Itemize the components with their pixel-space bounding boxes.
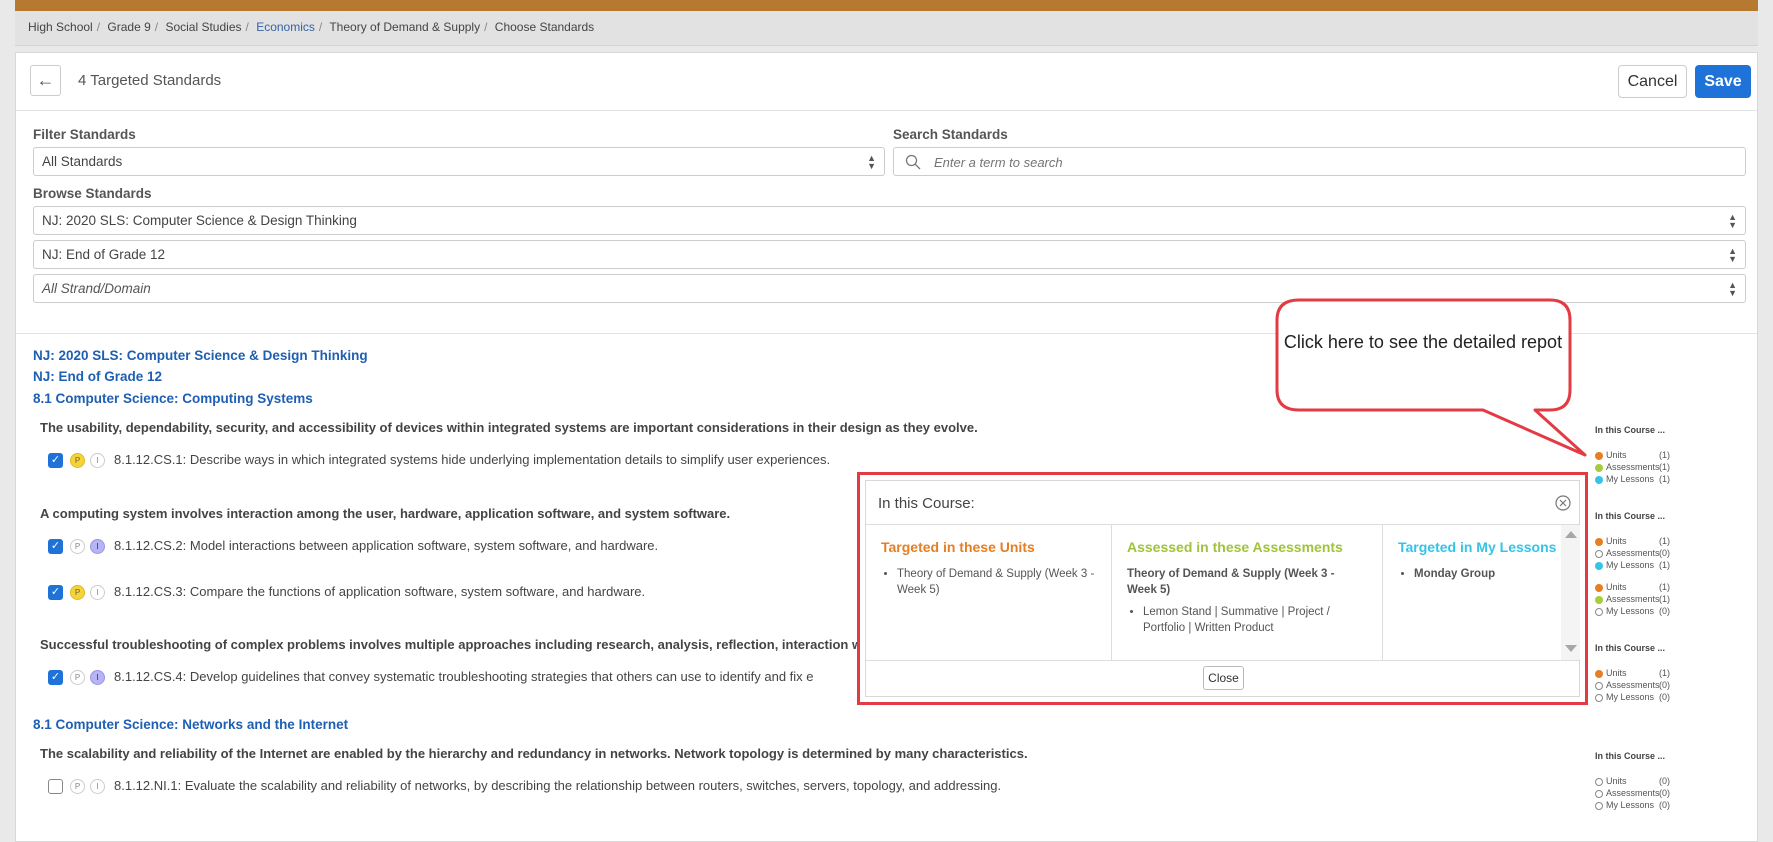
callout-text: Click here to see the detailed repot (1283, 332, 1563, 352)
callout-bubble (1275, 298, 1587, 457)
